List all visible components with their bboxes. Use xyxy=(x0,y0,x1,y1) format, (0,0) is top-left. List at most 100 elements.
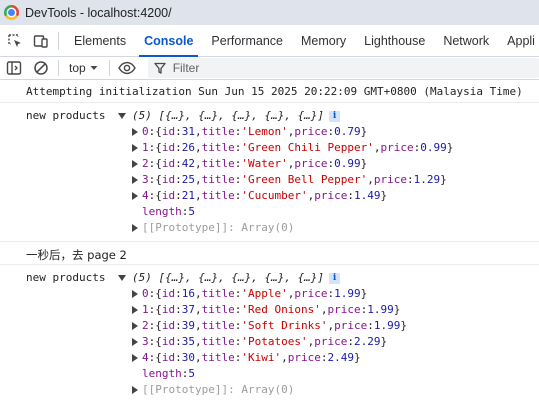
item-index: 4 xyxy=(142,189,149,202)
item-index: 1 xyxy=(142,141,149,154)
item-title: 'Cucumber' xyxy=(241,189,308,202)
item-title: 'Potatoes' xyxy=(241,335,308,348)
window-titlebar: DevTools - localhost:4200/ xyxy=(0,0,539,25)
item-price: 1.99 xyxy=(334,287,361,300)
item-id: 42 xyxy=(181,157,195,170)
item-price: 2.29 xyxy=(353,335,381,348)
array-item-row[interactable]: 1: {id: 37, title: 'Red Onions', price: … xyxy=(118,302,407,318)
length-key: length xyxy=(142,367,182,380)
panel-tab-bar: Elements Console Performance Memory Ligh… xyxy=(0,25,539,57)
prototype-row[interactable]: [[Prototype]]: Array(0) xyxy=(118,220,453,236)
item-price: 1.99 xyxy=(373,319,401,332)
collapsed-arrow-icon xyxy=(132,192,138,200)
item-price: 0.99 xyxy=(420,141,447,154)
tab-lighthouse[interactable]: Lighthouse xyxy=(355,25,434,57)
item-title: 'Green Chili Pepper' xyxy=(241,141,374,154)
array-item-row[interactable]: 0: {id: 31, title: 'Lemon', price: 0.79} xyxy=(118,124,453,140)
filter-input[interactable] xyxy=(172,61,373,75)
context-selector[interactable]: top xyxy=(63,61,105,75)
array-preview: (5) [{…}, {…}, {…}, {…}, {…}] xyxy=(132,271,325,284)
tab-performance[interactable]: Performance xyxy=(202,25,292,57)
info-icon[interactable]: i xyxy=(329,110,341,122)
chevron-down-icon xyxy=(90,66,98,70)
array-item-row[interactable]: 4: {id: 30, title: 'Kiwi', price: 2.49} xyxy=(118,350,407,366)
item-title: 'Red Onions' xyxy=(241,303,321,316)
array-item-row[interactable]: 2: {id: 42, title: 'Water', price: 0.99} xyxy=(118,156,453,172)
collapsed-arrow-icon xyxy=(132,128,138,136)
collapsed-arrow-icon xyxy=(132,354,138,362)
item-title: 'Apple' xyxy=(241,287,288,300)
tab-elements[interactable]: Elements xyxy=(65,25,135,57)
collapsed-arrow-icon xyxy=(132,160,138,168)
expanded-arrow-icon xyxy=(118,275,126,281)
filter-box[interactable] xyxy=(147,58,539,78)
array-item-row[interactable]: 3: {id: 25, title: 'Green Bell Pepper', … xyxy=(118,172,453,188)
array-item-row[interactable]: 2: {id: 39, title: 'Soft Drinks', price:… xyxy=(118,318,407,334)
toolbar-divider xyxy=(58,60,59,76)
init-message-text: Attempting initialization Sun Jun 15 202… xyxy=(26,85,523,98)
collapsed-arrow-icon xyxy=(132,144,138,152)
context-selector-value: top xyxy=(69,61,86,75)
collapsed-arrow-icon xyxy=(132,176,138,184)
collapsed-arrow-icon xyxy=(132,322,138,330)
item-id: 26 xyxy=(181,141,195,154)
item-id: 37 xyxy=(181,303,195,316)
array-item-row[interactable]: 0: {id: 16, title: 'Apple', price: 1.99} xyxy=(118,286,407,302)
array-item-row[interactable]: 1: {id: 26, title: 'Green Chili Pepper',… xyxy=(118,140,453,156)
console-output: Attempting initialization Sun Jun 15 202… xyxy=(0,80,539,401)
item-price: 2.49 xyxy=(327,351,355,364)
log-label: new products xyxy=(26,109,106,122)
item-id: 16 xyxy=(181,287,195,300)
toolbar-divider xyxy=(108,60,110,76)
prototype-row[interactable]: [[Prototype]]: Array(0) xyxy=(118,382,407,398)
item-index: 3 xyxy=(142,173,149,186)
item-id: 35 xyxy=(181,335,195,348)
array-item-row[interactable]: 3: {id: 35, title: 'Potatoes', price: 2.… xyxy=(118,334,407,350)
console-log-products-1: new products (5) [{…}, {…}, {…}, {…}, {…… xyxy=(0,103,539,242)
item-price: 1.99 xyxy=(367,303,394,316)
item-index: 0 xyxy=(142,125,149,138)
window-title: DevTools - localhost:4200/ xyxy=(25,5,172,20)
item-title: 'Water' xyxy=(241,157,288,170)
device-toolbar-icon[interactable] xyxy=(28,28,54,54)
item-price: 0.79 xyxy=(334,125,361,138)
item-title: 'Green Bell Pepper' xyxy=(241,173,368,186)
tab-application[interactable]: Appli xyxy=(498,25,539,57)
array-toggle[interactable]: (5) [{…}, {…}, {…}, {…}, {…}] i xyxy=(118,108,453,124)
expanded-arrow-icon xyxy=(118,113,126,119)
array-toggle[interactable]: (5) [{…}, {…}, {…}, {…}, {…}] i xyxy=(118,270,407,286)
prototype-text: [[Prototype]]: Array(0) xyxy=(142,221,295,234)
info-icon[interactable]: i xyxy=(329,272,341,284)
item-index: 2 xyxy=(142,157,149,170)
console-toolbar: top xyxy=(0,57,539,80)
console-message-init: Attempting initialization Sun Jun 15 202… xyxy=(0,80,539,103)
item-index: 4 xyxy=(142,351,149,364)
item-index: 3 xyxy=(142,335,149,348)
item-id: 21 xyxy=(181,189,195,202)
tab-memory[interactable]: Memory xyxy=(292,25,355,57)
sidebar-toggle-icon[interactable] xyxy=(0,57,28,79)
collapsed-arrow-icon xyxy=(132,224,138,232)
length-value: 5 xyxy=(188,205,195,218)
length-value: 5 xyxy=(188,367,195,380)
tab-console[interactable]: Console xyxy=(135,25,202,57)
log-label: new products xyxy=(26,271,106,284)
item-price: 1.29 xyxy=(413,173,441,186)
clear-console-icon[interactable] xyxy=(28,57,54,79)
item-index: 2 xyxy=(142,319,149,332)
prototype-text: [[Prototype]]: Array(0) xyxy=(142,383,295,396)
item-id: 39 xyxy=(181,319,195,332)
item-index: 1 xyxy=(142,303,149,316)
array-item-row[interactable]: 4: {id: 21, title: 'Cucumber', price: 1.… xyxy=(118,188,453,204)
live-expression-eye-icon[interactable] xyxy=(114,57,140,79)
item-price: 0.99 xyxy=(334,157,361,170)
inspect-element-icon[interactable] xyxy=(2,28,28,54)
chrome-logo-icon xyxy=(4,5,19,20)
item-title: 'Soft Drinks' xyxy=(241,319,328,332)
collapsed-arrow-icon xyxy=(132,290,138,298)
collapsed-arrow-icon xyxy=(132,386,138,394)
item-title: 'Lemon' xyxy=(241,125,288,138)
tab-network[interactable]: Network xyxy=(434,25,498,57)
item-id: 30 xyxy=(181,351,195,364)
console-log-products-2: new products (5) [{…}, {…}, {…}, {…}, {…… xyxy=(0,265,539,401)
